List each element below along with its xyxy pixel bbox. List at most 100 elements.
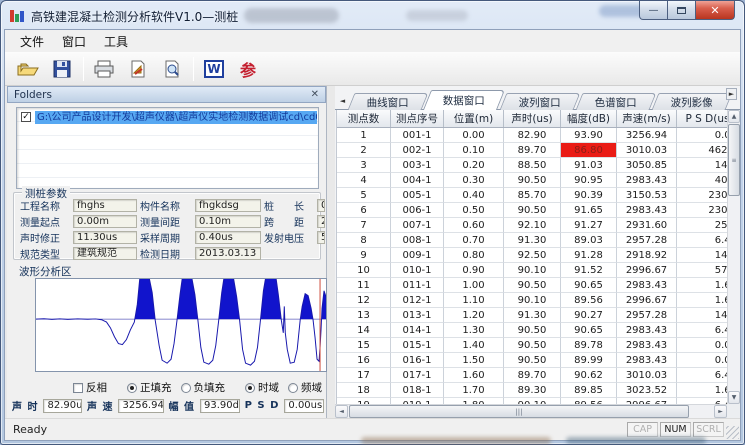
table-cell[interactable]: 011-1 <box>391 278 444 293</box>
table-cell[interactable]: 1.60 <box>677 383 727 398</box>
table-cell[interactable]: 13 <box>337 308 391 323</box>
table-cell[interactable]: 462.4 <box>677 143 727 158</box>
horizontal-scrollbar[interactable]: ◄ ||| ► <box>335 404 727 418</box>
readout-value[interactable]: 82.90us <box>43 399 82 413</box>
table-row[interactable]: 14014-11.3090.5090.652983.436.40 <box>337 323 727 338</box>
table-row[interactable]: 10010-10.9090.1091.522996.6757.6 <box>337 263 727 278</box>
table-cell[interactable]: 0.70 <box>444 233 504 248</box>
table-cell[interactable]: 013-1 <box>391 308 444 323</box>
tab[interactable]: 波列影像 <box>652 93 733 110</box>
table-cell[interactable]: 3256.94 <box>617 128 677 143</box>
table-cell[interactable]: 010-1 <box>391 263 444 278</box>
scroll-left-button[interactable]: ◄ <box>335 405 348 418</box>
table-cell[interactable]: 86.80 <box>561 143 617 158</box>
param-value[interactable]: 270mm <box>317 215 325 228</box>
maximize-button[interactable] <box>668 1 695 20</box>
table-cell[interactable]: 0.40 <box>444 188 504 203</box>
table-cell[interactable]: 14.4 <box>677 248 727 263</box>
table-cell[interactable]: 006-1 <box>391 203 444 218</box>
param-value[interactable]: 0.40us <box>195 231 261 244</box>
table-cell[interactable]: 40.0 <box>677 173 727 188</box>
table-cell[interactable]: 2957.28 <box>617 308 677 323</box>
tab[interactable]: 色谱窗口 <box>576 93 657 110</box>
table-cell[interactable]: 3050.85 <box>617 158 677 173</box>
table-cell[interactable]: 3010.03 <box>617 368 677 383</box>
table-cell[interactable]: 90.50 <box>504 278 561 293</box>
table-cell[interactable]: 018-1 <box>391 383 444 398</box>
table-cell[interactable]: 90.62 <box>561 368 617 383</box>
table-cell[interactable]: 16 <box>337 353 391 368</box>
table-cell[interactable]: 90.50 <box>504 323 561 338</box>
tab[interactable]: 曲线窗口 <box>348 93 429 110</box>
table-cell[interactable]: 0.30 <box>444 173 504 188</box>
word-export-button[interactable]: W <box>199 55 229 82</box>
table-cell[interactable]: 91.03 <box>561 158 617 173</box>
table-cell[interactable]: 85.70 <box>504 188 561 203</box>
table-cell[interactable]: 1.40 <box>444 338 504 353</box>
table-cell[interactable]: 7 <box>337 218 391 233</box>
table-cell[interactable]: 89.56 <box>561 293 617 308</box>
table-cell[interactable]: 93.90 <box>561 128 617 143</box>
table-row[interactable]: 6006-10.5090.5091.652983.43230.6 <box>337 203 727 218</box>
table-cell[interactable]: 88.50 <box>504 158 561 173</box>
table-cell[interactable]: 90.27 <box>561 308 617 323</box>
open-file-button[interactable] <box>13 55 43 82</box>
table-cell[interactable]: 1 <box>337 128 391 143</box>
print-preview-button[interactable] <box>157 55 187 82</box>
minimize-button[interactable]: — <box>639 1 668 20</box>
table-cell[interactable]: 3010.03 <box>617 143 677 158</box>
table-cell[interactable]: 0.20 <box>444 158 504 173</box>
table-cell[interactable]: 8 <box>337 233 391 248</box>
param-value[interactable]: 0.10m <box>195 215 261 228</box>
table-cell[interactable]: 90.50 <box>504 353 561 368</box>
table-row[interactable]: 18018-11.7089.3089.853023.521.60 <box>337 383 727 398</box>
table-cell[interactable]: 1.50 <box>444 353 504 368</box>
table-cell[interactable]: 1.70 <box>444 383 504 398</box>
table-row[interactable]: 13013-11.2091.3090.272957.2814.4 <box>337 308 727 323</box>
table-cell[interactable]: 2931.60 <box>617 218 677 233</box>
table-cell[interactable]: 012-1 <box>391 293 444 308</box>
table-cell[interactable]: 0.10 <box>444 143 504 158</box>
table-row[interactable]: 11011-11.0090.5090.652983.431.60 <box>337 278 727 293</box>
readout-value[interactable]: 3256.94m/s <box>118 399 163 413</box>
menu-item[interactable]: 窗口 <box>53 30 95 53</box>
folder-checkbox[interactable]: ✓ <box>21 112 31 122</box>
table-cell[interactable]: 2983.43 <box>617 323 677 338</box>
table-cell[interactable]: 89.70 <box>504 143 561 158</box>
column-header[interactable]: 声速(m/s) <box>617 110 677 127</box>
table-row[interactable]: 1001-10.0082.9093.903256.940.00 <box>337 128 727 143</box>
table-cell[interactable]: 2983.43 <box>617 173 677 188</box>
table-cell[interactable]: 1.10 <box>444 293 504 308</box>
table-cell[interactable]: 2996.67 <box>617 293 677 308</box>
scroll-right-button[interactable]: ► <box>714 405 727 418</box>
table-cell[interactable]: 89.99 <box>561 353 617 368</box>
table-cell[interactable]: 89.78 <box>561 338 617 353</box>
table-cell[interactable]: 0.90 <box>444 263 504 278</box>
column-header[interactable]: 声时(us) <box>504 110 561 127</box>
table-cell[interactable]: 007-1 <box>391 218 444 233</box>
table-cell[interactable]: 3150.53 <box>617 188 677 203</box>
table-cell[interactable]: 2996.67 <box>617 263 677 278</box>
table-cell[interactable]: 90.50 <box>504 203 561 218</box>
table-cell[interactable]: 89.03 <box>561 233 617 248</box>
table-cell[interactable]: 1.20 <box>444 308 504 323</box>
table-cell[interactable]: 017-1 <box>391 368 444 383</box>
table-cell[interactable]: 10 <box>337 263 391 278</box>
table-cell[interactable]: 015-1 <box>391 338 444 353</box>
table-cell[interactable]: 9 <box>337 248 391 263</box>
table-cell[interactable]: 0.60 <box>444 218 504 233</box>
table-cell[interactable]: 0.00 <box>444 128 504 143</box>
close-folders-button[interactable]: ✕ <box>311 90 319 100</box>
table-row[interactable]: 12012-11.1090.1089.562996.671.60 <box>337 293 727 308</box>
tab[interactable]: 波列窗口 <box>500 93 581 110</box>
table-cell[interactable]: 90.65 <box>561 278 617 293</box>
column-header[interactable]: 幅度(dB) <box>561 110 617 127</box>
table-row[interactable]: 16016-11.5090.5089.992983.430.00 <box>337 353 727 368</box>
table-cell[interactable]: 005-1 <box>391 188 444 203</box>
table-cell[interactable]: 4 <box>337 173 391 188</box>
table-cell[interactable]: 0.00 <box>677 128 727 143</box>
table-cell[interactable]: 90.95 <box>561 173 617 188</box>
param-value[interactable]: 0.00m <box>317 199 325 212</box>
table-cell[interactable]: 82.90 <box>504 128 561 143</box>
table-cell[interactable]: 91.65 <box>561 203 617 218</box>
